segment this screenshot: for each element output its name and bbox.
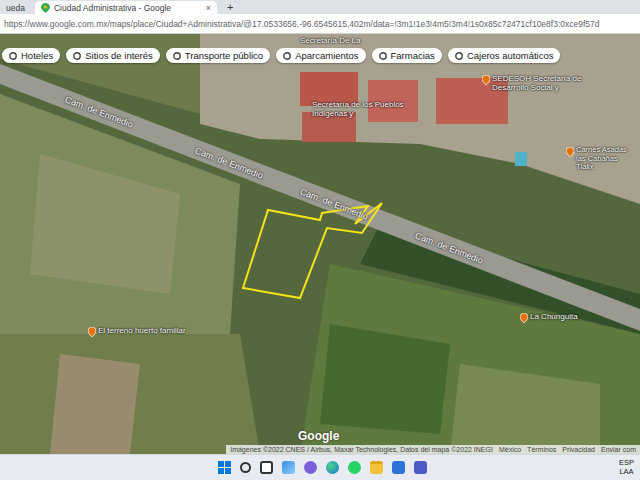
place-label[interactable]: SEDESOH Secretaría de Desarrollo Social … (482, 74, 600, 92)
map-attribution: Imágenes ©2022 CNES / Airbus, Maxar Tech… (226, 445, 640, 454)
attribution-item[interactable]: Privacidad (562, 446, 595, 453)
browser-tab[interactable]: Ciudad Administrativa - Google × (35, 1, 217, 14)
place-label[interactable]: Carnes Asadas las Cabañas Tlalix (566, 146, 636, 172)
tab-label: ueda (6, 3, 25, 13)
file-explorer-icon[interactable] (370, 461, 383, 474)
category-chip[interactable]: Farmacias (372, 48, 442, 63)
place-name: Secretaría De La (300, 36, 360, 45)
place-name: SEDESOH Secretaría de Desarrollo Social … (492, 74, 600, 92)
place-pin-icon (88, 327, 96, 337)
tab-label: Ciudad Administrativa - Google (54, 3, 202, 13)
google-logo: Google (298, 429, 339, 443)
windows-start-icon[interactable] (218, 461, 231, 474)
teams-icon[interactable] (414, 461, 427, 474)
category-icon (9, 52, 17, 60)
chip-label: Sitios de interés (85, 50, 153, 61)
chip-label: Transporte público (185, 50, 263, 61)
maps-pin-icon (41, 3, 50, 13)
widgets-icon[interactable] (282, 461, 295, 474)
category-chip[interactable]: Cajeros automáticos (448, 48, 561, 63)
task-view-icon[interactable] (260, 461, 273, 474)
chip-label: Aparcamientos (295, 50, 358, 61)
search-icon[interactable] (240, 462, 251, 473)
satellite-imagery (0, 34, 640, 454)
attribution-item[interactable]: México (499, 446, 521, 453)
store-icon[interactable] (392, 461, 405, 474)
screen: ueda Ciudad Administrativa - Google × + http… (0, 0, 640, 480)
place-pin-icon (566, 147, 574, 157)
place-name: La Chunguita (530, 312, 578, 321)
taskbar: ESPLAA (0, 454, 640, 480)
url-text: https://www.google.com.mx/maps/place/Ciu… (4, 19, 600, 29)
chip-label: Hoteles (21, 50, 53, 61)
category-chip[interactable]: Transporte público (166, 48, 270, 63)
category-chip[interactable]: Aparcamientos (276, 48, 365, 63)
place-pin-icon (482, 75, 490, 85)
chip-label: Farmacias (391, 50, 435, 61)
place-name: El terreno huerto familiar (98, 326, 186, 335)
place-label[interactable]: Secretaría de los Pueblos Indígenas y (312, 100, 404, 118)
whatsapp-icon[interactable] (348, 461, 361, 474)
map-view[interactable]: Hoteles Sitios de interés Transporte públi… (0, 34, 640, 454)
attribution-item[interactable]: Enviar com (601, 446, 636, 453)
chip-label: Cajeros automáticos (467, 50, 554, 61)
new-tab-button[interactable]: + (221, 1, 239, 14)
category-icon (173, 52, 181, 60)
place-name: Secretaría de los Pueblos Indígenas y (312, 100, 404, 118)
close-tab-button[interactable]: × (206, 3, 211, 13)
category-chip[interactable]: Hoteles (2, 48, 60, 63)
chat-icon[interactable] (304, 461, 317, 474)
category-icon (379, 52, 387, 60)
language-indicator[interactable]: ESPLAA (619, 459, 634, 476)
category-icon (73, 52, 81, 60)
taskbar-icons (6, 461, 619, 474)
tab-bar: ueda Ciudad Administrativa - Google × + (0, 0, 640, 14)
attribution-item[interactable]: Términos (527, 446, 556, 453)
edge-browser-icon[interactable] (326, 461, 339, 474)
category-chips: Hoteles Sitios de interés Transporte públi… (2, 48, 560, 63)
category-chip[interactable]: Sitios de interés (66, 48, 160, 63)
attribution-item[interactable]: Imágenes ©2022 CNES / Airbus, Maxar Tech… (230, 446, 493, 453)
place-label[interactable]: El terreno huerto familiar (88, 326, 186, 337)
language-text: ESP (619, 459, 634, 467)
category-icon (283, 52, 291, 60)
place-pin-icon (520, 313, 528, 323)
address-bar[interactable]: https://www.google.com.mx/maps/place/Ciu… (0, 14, 640, 34)
browser-tab[interactable]: ueda (0, 1, 31, 14)
category-icon (455, 52, 463, 60)
layout-text: LAA (619, 468, 633, 476)
place-label[interactable]: La Chunguita (520, 312, 578, 323)
place-label[interactable]: Secretaría De La (300, 36, 360, 45)
place-name: Carnes Asadas las Cabañas Tlalix (576, 146, 636, 172)
